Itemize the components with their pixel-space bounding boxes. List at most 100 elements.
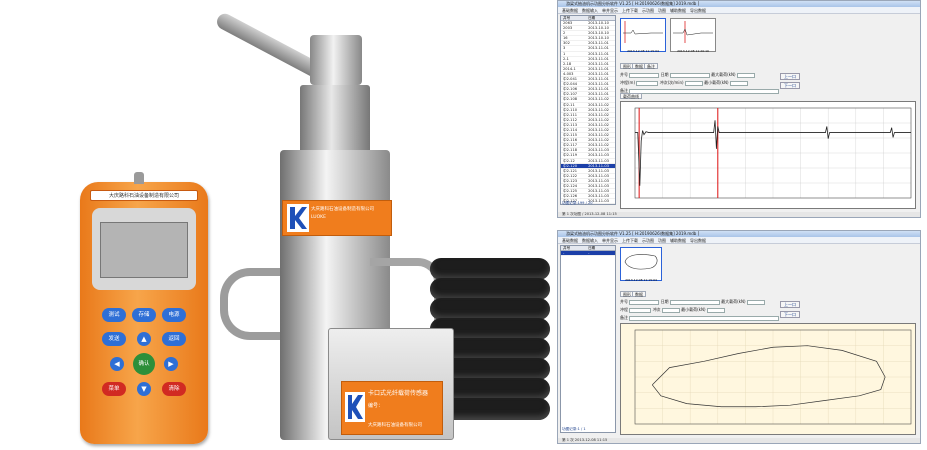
sensor-title: 卡口式光纤载荷传感器: [368, 390, 429, 397]
arrow-left-key[interactable]: ◀: [110, 357, 124, 371]
tag-line-2: LUOKE: [311, 215, 326, 220]
thumb-caption: 2013-12-08 11:20:10: [677, 49, 709, 53]
label-well: 井号: [620, 72, 628, 77]
tool-single-well[interactable]: 单井显示: [602, 7, 618, 13]
col-well: 井号: [563, 16, 571, 20]
arrow-down-key[interactable]: ▼: [137, 382, 151, 396]
tool-aux-data[interactable]: 辅助数据: [670, 7, 686, 13]
dynagraph-thumbnail[interactable]: 2013-12-08 11:20:10: [670, 18, 716, 53]
dynagraph-chart: [634, 329, 912, 425]
col-well: 井号: [563, 246, 571, 250]
load-sensor-instrument: 大庆路科石油设备制造有限公司 LUOKE 卡口式光纤载荷传感器 编号： 大庆路科…: [210, 0, 570, 450]
tool-data-input[interactable]: 数据输入: [582, 237, 598, 243]
key-store[interactable]: 存储: [132, 308, 156, 322]
well-list: 井号 日期 - -: [560, 245, 616, 433]
tool-single-well[interactable]: 单井显示: [602, 237, 618, 243]
record-count: 功图记录:1 / 1: [562, 427, 586, 431]
label-freq: 冲次: [652, 307, 661, 312]
key-back[interactable]: 返回: [162, 332, 186, 346]
thumb-caption: 2013-12-08 11:15:04: [627, 49, 659, 53]
label-note: 备注: [620, 315, 628, 320]
toolbar: 基础数据 数据输入 单井显示 上传下载 示功图 功图 辅助数据 导出数据: [558, 7, 920, 14]
bellows-ring: [430, 278, 550, 300]
arrow-right-key[interactable]: ▶: [164, 357, 178, 371]
tool-upload[interactable]: 上传下载: [622, 237, 638, 243]
handheld-label: 大庆路科石油设备制造有限公司: [90, 190, 198, 201]
neck-section: [300, 85, 370, 155]
handheld-tester: 大庆路科石油设备制造有限公司 测试 存储 电源 发送 ▲ 返回 ◀ 确认 ▶ 菜…: [80, 172, 208, 444]
max-load-field[interactable]: [736, 72, 755, 78]
dynagraph-thumbnail[interactable]: 2013-12-08 11:15:04: [620, 247, 662, 282]
lcd-screen: [100, 222, 188, 278]
label-well: 井号: [620, 299, 628, 304]
tool-graph[interactable]: 功图: [658, 7, 666, 13]
sensor-serial-label: 编号：: [368, 403, 384, 409]
key-menu[interactable]: 菜单: [102, 382, 126, 396]
min-load-field[interactable]: [706, 307, 725, 313]
luoke-logo-icon: [287, 204, 309, 232]
date-field[interactable]: [669, 72, 710, 78]
record-count: 功图记录:199 / 20: [562, 201, 593, 205]
min-load-field[interactable]: [729, 80, 748, 86]
key-test[interactable]: 测试: [102, 308, 126, 322]
tool-dynagraph[interactable]: 示功图: [642, 7, 654, 13]
date-field[interactable]: [669, 299, 720, 305]
sensor-company: 大庆路科石油设备有限公司: [368, 423, 422, 428]
sensor-plate: 卡口式光纤载荷传感器 编号： 大庆路科石油设备有限公司: [341, 381, 443, 435]
luoke-logo-icon: [345, 392, 365, 422]
tool-graph[interactable]: 功图: [658, 237, 666, 243]
antenna: [134, 172, 144, 184]
tool-dynagraph[interactable]: 示功图: [642, 237, 654, 243]
prev-well-button[interactable]: 上一口: [780, 73, 800, 80]
chart-tab[interactable]: 载荷曲线: [620, 93, 642, 99]
tool-aux-data[interactable]: 辅助数据: [670, 237, 686, 243]
tool-upload[interactable]: 上传下载: [622, 7, 638, 13]
next-well-button[interactable]: 下一口: [780, 311, 800, 318]
stroke-field[interactable]: [629, 307, 652, 313]
side-loop: [220, 268, 286, 340]
label-max-load: 最大载荷(kN): [711, 72, 736, 77]
key-power[interactable]: 电源: [162, 308, 186, 322]
thumb-plot: [624, 254, 658, 270]
tab-notes[interactable]: 备注: [644, 63, 658, 69]
software-window-top: 游梁式抽油机示功图分析软件 V1.25 [ H:20190626\数据集] 20…: [557, 0, 921, 218]
note-field[interactable]: [629, 88, 780, 94]
key-clear[interactable]: 清除: [162, 382, 186, 396]
well-field[interactable]: [629, 72, 660, 78]
label-min-load: 最小载荷(kN): [704, 80, 729, 85]
key-send[interactable]: 发送: [102, 332, 126, 346]
dynagraph-thumbnail[interactable]: 2013-12-08 11:15:04: [620, 18, 666, 53]
arrow-up-key[interactable]: ▲: [137, 332, 151, 346]
status-bar: 第 1 次 2013-12-08 11:15: [558, 438, 920, 443]
tool-export[interactable]: 导出数据: [690, 7, 706, 13]
label-date: 日期: [660, 299, 669, 304]
tool-export[interactable]: 导出数据: [690, 237, 706, 243]
thumb-plot: [673, 21, 713, 43]
next-well-button[interactable]: 下一口: [780, 82, 800, 89]
tab-data[interactable]: 数据: [632, 291, 646, 297]
key-confirm[interactable]: 确认: [133, 353, 155, 375]
bellows-ring: [430, 298, 550, 320]
dynagraph-plot: [620, 323, 916, 435]
well-field[interactable]: [629, 299, 660, 305]
thumb-plot: [623, 21, 663, 43]
label-min-load: 最小载荷(kN): [681, 307, 706, 312]
max-load-field[interactable]: [746, 299, 765, 305]
tool-data-input[interactable]: 数据输入: [582, 7, 598, 13]
fiber-load-sensor: 卡口式光纤载荷传感器 编号： 大庆路科石油设备有限公司: [328, 328, 454, 440]
freq-field[interactable]: [661, 307, 680, 313]
tool-basic-data[interactable]: 基础数据: [562, 7, 578, 13]
prev-well-button[interactable]: 上一口: [780, 301, 800, 308]
body-tag: 大庆路科石油设备制造有限公司 LUOKE: [282, 200, 392, 236]
series-line: [651, 345, 886, 408]
load-curve-chart: [634, 107, 912, 199]
note-field[interactable]: [629, 315, 780, 321]
tool-basic-data[interactable]: 基础数据: [562, 237, 578, 243]
status-bar: 第 1 次功图 / 2013-12-08 11:15: [558, 212, 920, 217]
list-row[interactable]: - -: [561, 251, 615, 257]
stroke-field[interactable]: [636, 80, 659, 86]
col-date: 日期: [588, 16, 596, 20]
freq-field[interactable]: [684, 80, 703, 86]
thumb-caption: 2013-12-08 11:15:04: [625, 278, 657, 282]
list-body: 2063 2013-10-10 2003 2013-10-10 2 2013-10-10 1…: [561, 21, 615, 205]
